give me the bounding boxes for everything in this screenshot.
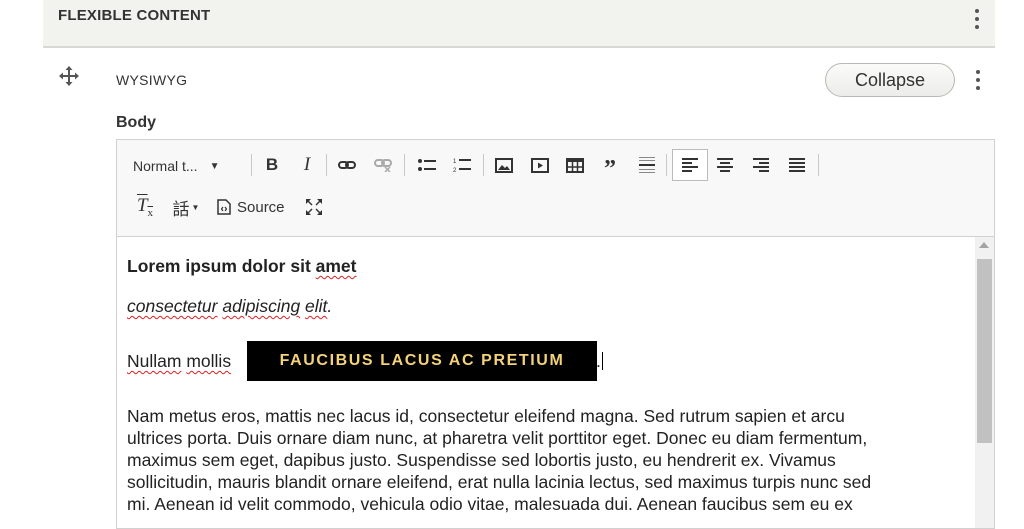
text-cursor [601,352,603,370]
content-subheading: consectetur adipiscing elit. [127,295,332,317]
svg-text:1: 1 [453,159,457,165]
toolbar-separator [666,154,667,176]
content-heading: Lorem ipsum dolor sit amet [127,255,357,277]
align-justify-button[interactable] [783,151,811,179]
scroll-up-arrow-icon[interactable] [979,242,989,248]
maximize-button[interactable] [300,193,328,221]
align-right-icon [753,158,769,172]
italic-button[interactable]: I [293,151,321,179]
editor-toolbar: Normal t... ▼ B I 12 ” Tx 話 ▼ Source [117,140,994,237]
right-gutter [996,0,1024,517]
format-select-value: Normal t... [133,158,198,174]
toolbar-separator [251,154,252,176]
align-left-button[interactable] [672,149,708,181]
unlink-button[interactable] [369,151,397,179]
remove-format-icon: Tx [136,195,154,219]
flexible-content-title: FLEXIBLE CONTENT [58,7,211,24]
subheading-text: elit [305,296,328,316]
subheading-text: . [327,296,333,316]
subheading-text: adipiscing [222,296,301,316]
paragraph-line: sollicitudin, mauris blandit ornare elei… [127,472,872,492]
cta-line-text: Nullam [127,351,182,371]
numbered-list-icon: 12 [453,159,471,173]
editor-content-area[interactable]: Lorem ipsum dolor sit amet consectetur a… [117,237,975,527]
video-icon [531,157,549,173]
numbered-list-button[interactable]: 12 [448,151,476,179]
toolbar-separator [483,154,484,176]
unlink-icon [374,159,392,172]
toolbar-separator [326,154,327,176]
toolbar-separator [404,154,405,176]
source-icon [217,199,231,215]
link-button[interactable] [333,151,361,179]
drag-handle-icon[interactable] [59,66,79,86]
wysiwyg-editor: Normal t... ▼ B I 12 ” Tx 話 ▼ Source Lor… [116,139,995,529]
quote-icon: ” [604,155,616,182]
cta-line-end: . [596,350,603,372]
svg-text:2: 2 [453,168,457,173]
paragraph-line: mi. Aenean id velit commodo, vehicula od… [127,494,853,514]
align-justify-icon [789,158,805,172]
align-left-icon [682,158,698,172]
bulleted-list-button[interactable] [413,151,441,179]
source-label: Source [237,198,285,216]
content-cta-line: Nullam mollis [127,350,231,372]
align-right-button[interactable] [747,151,775,179]
paragraph-format-select[interactable]: Normal t... ▼ [133,152,241,180]
paragraph-menu-icon[interactable] [975,70,981,90]
body-field-label: Body [116,114,156,131]
align-center-icon [717,158,733,172]
language-icon: 話 [172,199,190,219]
source-button[interactable]: Source [217,193,293,221]
cta-line-text: . [596,351,601,371]
align-center-button[interactable] [711,151,739,179]
blockquote-button[interactable]: ” [596,151,624,182]
paragraph-line: ultrices porta. Duis ornare diam nunc, a… [127,428,868,448]
heading-text: Lorem ipsum dolor sit [127,256,316,276]
flexible-content-menu-icon[interactable] [974,9,980,29]
image-button[interactable] [490,151,518,179]
chevron-down-icon: ▼ [191,202,200,212]
scrollbar-thumb[interactable] [977,259,992,443]
bold-icon: B [265,155,279,174]
media-button[interactable] [526,151,554,179]
horizontal-line-button[interactable] [633,151,661,179]
cta-line-text: mollis [186,351,232,371]
bulleted-list-icon [418,159,436,171]
content-paragraph: Nam metus eros, mattis nec lacus id, con… [127,405,871,515]
table-icon [566,157,584,173]
left-gutter [0,0,43,517]
bold-button[interactable]: B [258,151,286,179]
flexible-content-header: FLEXIBLE CONTENT [43,0,995,48]
subheading-text: consectetur [127,296,218,316]
paragraph-line: Nam metus eros, mattis nec lacus id, con… [127,406,845,426]
cta-button-block[interactable]: FAUCIBUS LACUS AC PRETIUM [247,341,597,381]
horizontal-line-icon [639,157,655,173]
paragraph-type-label: WYSIWYG [116,72,188,88]
heading-text: amet [315,256,357,276]
chevron-down-icon: ▼ [209,160,220,172]
collapse-button[interactable]: Collapse [825,63,955,97]
editor-scrollbar[interactable] [975,237,994,528]
language-button[interactable]: 話 ▼ [167,193,205,221]
remove-format-button[interactable]: Tx [131,193,159,221]
paragraph-line: maximus sem eget, dapibus justo. Suspend… [127,450,836,470]
image-icon [495,157,513,173]
maximize-icon [306,199,322,215]
table-button[interactable] [561,151,589,179]
link-icon [338,161,356,169]
toolbar-separator [818,154,819,176]
italic-icon: I [303,154,311,175]
